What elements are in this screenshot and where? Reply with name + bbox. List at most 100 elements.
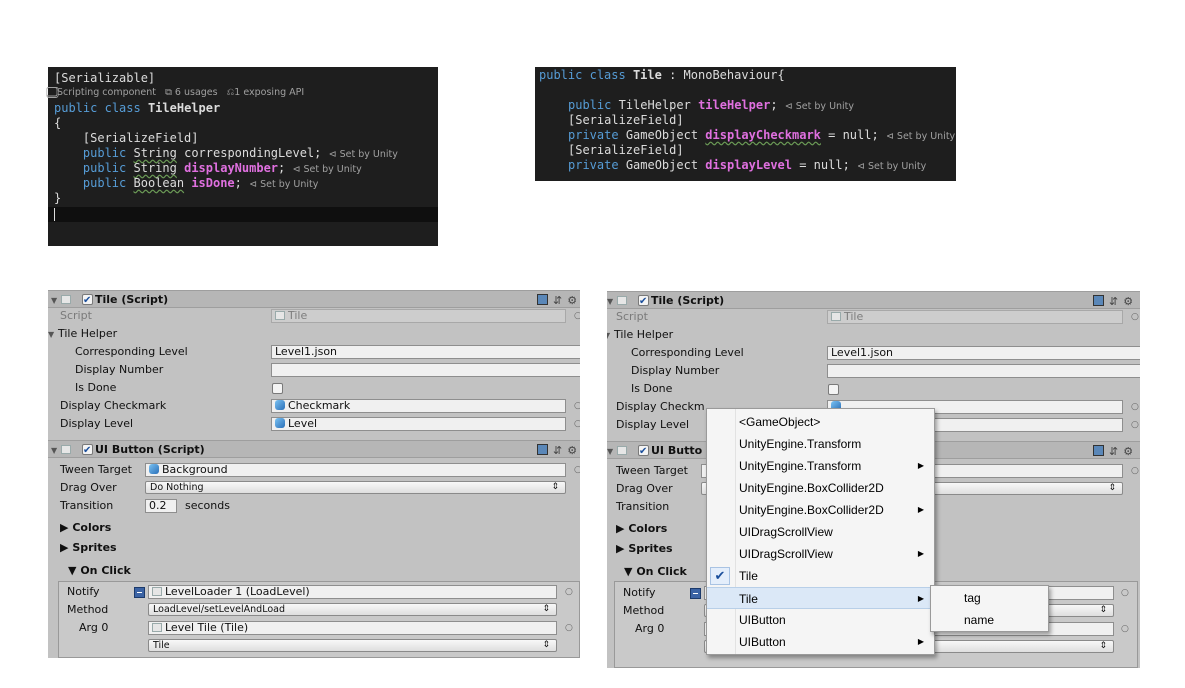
display-level-field[interactable]: Level xyxy=(271,417,566,431)
menu-item-gameobject[interactable]: <GameObject> xyxy=(707,411,934,433)
dropdown-arrows-icon: ⇕ xyxy=(1099,605,1107,615)
menu-item-transform-submenu[interactable]: UnityEngine.Transform ▶ xyxy=(707,455,934,477)
submenu-item-tag[interactable]: tag xyxy=(931,587,1048,609)
set-by-unity-hint: ⊲ Set by Unity xyxy=(292,164,362,175)
settings-slider-icon[interactable]: ⇵ xyxy=(1109,295,1123,308)
gear-icon[interactable]: ⚙ xyxy=(1123,295,1138,308)
checkmark-icon: ✔ xyxy=(710,567,730,585)
submenu-arrow-icon: ▶ xyxy=(917,594,924,603)
component-enabled-checkbox[interactable] xyxy=(638,443,649,461)
object-picker-icon[interactable]: ○ xyxy=(565,619,573,637)
object-picker-icon[interactable]: ○ xyxy=(1131,398,1139,416)
code-line: [SerializeField] xyxy=(82,131,199,145)
set-by-unity-hint: ⊲ Set by Unity xyxy=(885,131,956,142)
remove-delegate-button[interactable] xyxy=(690,588,701,599)
foldout-colors[interactable]: ▶ Colors xyxy=(48,519,580,537)
gameobject-icon xyxy=(149,464,159,474)
notify-target-field[interactable]: LevelLoader 1 (LoadLevel) xyxy=(148,585,557,599)
help-book-icon[interactable] xyxy=(537,444,548,455)
object-picker-icon[interactable]: ○ xyxy=(565,583,573,601)
tween-target-field[interactable]: Background xyxy=(145,463,566,477)
foldout-on-click[interactable]: ▼ On Click xyxy=(48,562,580,580)
help-book-icon[interactable] xyxy=(537,294,548,305)
gear-icon[interactable]: ⚙ xyxy=(1123,445,1138,458)
help-book-icon[interactable] xyxy=(1093,295,1104,306)
component-header-tile[interactable]: ▼ Tile (Script) ⇵⚙ xyxy=(48,290,580,310)
settings-slider-icon[interactable]: ⇵ xyxy=(553,444,567,457)
object-picker-icon[interactable]: ○ xyxy=(574,307,580,325)
object-picker-icon[interactable]: ○ xyxy=(574,397,580,415)
component-enabled-checkbox[interactable] xyxy=(638,293,649,311)
help-book-icon[interactable] xyxy=(1093,445,1104,456)
component-header-ui-button[interactable]: ▼ UI Button (Script) ⇵⚙ xyxy=(48,440,580,460)
display-number-input[interactable] xyxy=(271,363,580,377)
submenu-arrow-icon: ▶ xyxy=(917,505,924,514)
transition-input[interactable]: 0.2 xyxy=(145,499,177,513)
code-line: [SerializeField] xyxy=(568,143,684,157)
foldout-sprites[interactable]: ▶ Sprites xyxy=(48,539,580,557)
arg0-component-dropdown[interactable]: Tile ⇕ xyxy=(148,639,557,652)
object-picker-icon[interactable]: ○ xyxy=(1121,620,1129,638)
component-enabled-checkbox[interactable] xyxy=(82,292,93,310)
menu-item-tile-submenu[interactable]: Tile ▶ xyxy=(707,587,934,609)
method-dropdown[interactable]: LoadLevel/setLevelAndLoad ⇕ xyxy=(148,603,557,616)
submenu-item-name[interactable]: name xyxy=(931,609,1048,631)
dropdown-arrows-icon: ⇕ xyxy=(1099,641,1107,651)
is-done-checkbox[interactable] xyxy=(272,383,283,394)
object-picker-icon[interactable]: ○ xyxy=(574,415,580,433)
gear-icon[interactable]: ⚙ xyxy=(567,294,580,307)
menu-item-tile[interactable]: ✔ Tile xyxy=(707,565,934,587)
drag-over-dropdown[interactable]: Do Nothing ⇕ xyxy=(145,481,566,494)
foldout-arrow-icon[interactable]: ▼ xyxy=(51,442,61,460)
script-icon xyxy=(831,312,841,321)
property-row-corresponding-level: Corresponding Level Level1.json xyxy=(607,344,1140,362)
set-by-unity-hint: ⊲ Set by Unity xyxy=(249,179,319,190)
code-line: } xyxy=(54,191,62,205)
arg0-field[interactable]: Level Tile (Tile) xyxy=(148,621,557,635)
corresponding-level-input[interactable]: Level1.json xyxy=(271,345,580,359)
inspector-left: ▼ Tile (Script) ⇵⚙ Script Tile ○ ▼Tile H… xyxy=(48,290,580,658)
object-picker-icon[interactable]: ○ xyxy=(574,461,580,479)
attribute-text: [Serializable] xyxy=(54,71,156,85)
object-picker-icon[interactable]: ○ xyxy=(1121,584,1129,602)
dropdown-arrows-icon: ⇕ xyxy=(551,482,559,492)
menu-item-uibutton[interactable]: UIButton xyxy=(707,609,934,631)
property-row-arg0-component: Tile ⇕ xyxy=(48,637,580,655)
set-by-unity-hint: ⊲ Set by Unity xyxy=(328,149,398,160)
expand-arrow-icon: ▶ xyxy=(60,521,69,534)
script-field: Tile xyxy=(827,310,1123,324)
codelens-usages[interactable]: 6 usages xyxy=(175,87,218,98)
code-editor-tile[interactable]: public class Tile : MonoBehaviour{ publi… xyxy=(535,67,956,181)
component-context-menu: <GameObject> UnityEngine.Transform Unity… xyxy=(706,408,935,655)
menu-item-uidragscrollview-submenu[interactable]: UIDragScrollView ▶ xyxy=(707,543,934,565)
object-picker-icon[interactable]: ○ xyxy=(1131,308,1139,326)
menu-item-uibutton-submenu[interactable]: UIButton ▶ xyxy=(707,631,934,653)
component-enabled-checkbox[interactable] xyxy=(82,442,93,460)
property-row-tile-helper[interactable]: ▼ Tile Helper xyxy=(48,325,580,343)
foldout-arrow-icon[interactable]: ▼ xyxy=(607,327,614,345)
gear-icon[interactable]: ⚙ xyxy=(567,444,580,457)
settings-slider-icon[interactable]: ⇵ xyxy=(553,294,567,307)
remove-delegate-button[interactable] xyxy=(134,587,145,598)
foldout-arrow-icon[interactable]: ▼ xyxy=(48,326,58,344)
corresponding-level-input[interactable]: Level1.json xyxy=(827,346,1140,360)
object-picker-icon[interactable]: ○ xyxy=(1131,416,1139,434)
codelens-scripting-component[interactable]: ⃣ Scripting component xyxy=(54,87,156,98)
settings-slider-icon[interactable]: ⇵ xyxy=(1109,445,1123,458)
component-header-tile[interactable]: ▼ Tile (Script) ⇵⚙ xyxy=(607,291,1140,311)
code-editor-tilehelper[interactable]: [Serializable] ⃣ Scripting component ⧉ 6… xyxy=(48,67,438,246)
display-checkmark-field[interactable]: Checkmark xyxy=(271,399,566,413)
property-row-display-level: Display Level Level ○ xyxy=(48,415,580,433)
display-number-input[interactable] xyxy=(827,364,1140,378)
menu-item-uidragscrollview[interactable]: UIDragScrollView xyxy=(707,521,934,543)
is-done-checkbox[interactable] xyxy=(828,384,839,395)
menu-item-transform[interactable]: UnityEngine.Transform xyxy=(707,433,934,455)
property-row-drag-over: Drag Over Do Nothing ⇕ xyxy=(48,479,580,497)
menu-item-boxcollider2d-submenu[interactable]: UnityEngine.BoxCollider2D ▶ xyxy=(707,499,934,521)
property-row-tile-helper[interactable]: ▼ Tile Helper xyxy=(607,326,1140,344)
codelens-exposing-api[interactable]: 1 exposing API xyxy=(234,87,304,98)
object-picker-icon[interactable]: ○ xyxy=(1131,462,1139,480)
gameobject-icon xyxy=(275,400,285,410)
menu-item-boxcollider2d[interactable]: UnityEngine.BoxCollider2D xyxy=(707,477,934,499)
foldout-arrow-icon[interactable]: ▼ xyxy=(607,443,617,461)
